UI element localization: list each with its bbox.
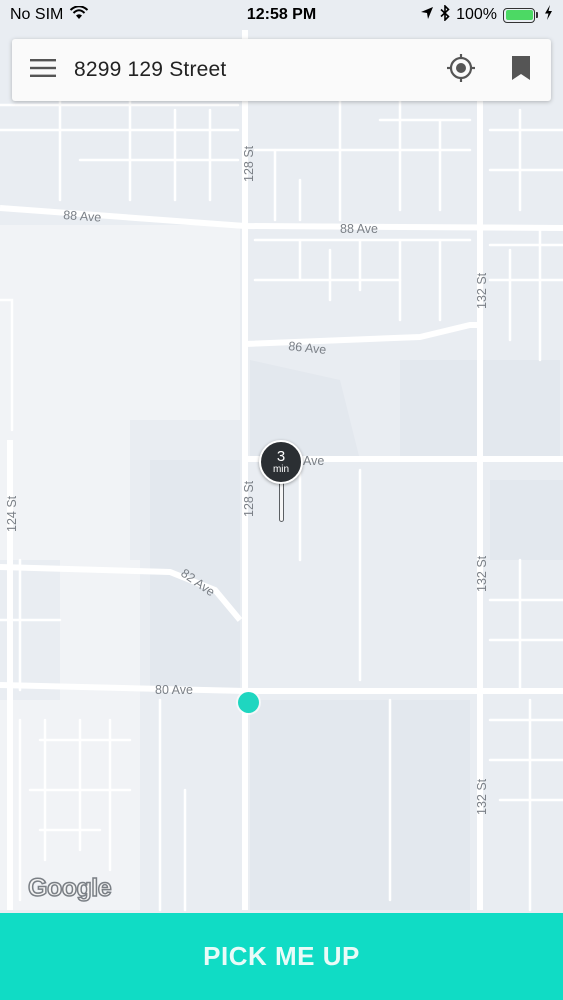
road-label-80-ave: 80 Ave — [155, 683, 193, 697]
saved-places-button[interactable] — [491, 39, 551, 101]
road-label-132-st-top: 132 St — [475, 272, 489, 309]
road-label-132-st-bottom: 132 St — [475, 778, 489, 815]
pick-me-up-button[interactable]: PICK ME UP — [0, 913, 563, 1000]
eta-pin-stick — [279, 482, 284, 522]
address-search-bar[interactable]: 8299 129 Street — [12, 39, 551, 101]
battery-percent: 100% — [456, 6, 497, 23]
road-label-88-ave-left: 88 Ave — [63, 208, 102, 225]
battery-icon — [503, 7, 538, 23]
map-screen: 88 Ave 88 Ave 86 Ave Ave 82 Ave 80 Ave 1… — [0, 0, 563, 1000]
eta-minutes: 3 — [276, 448, 286, 465]
road-label-88-ave-right: 88 Ave — [340, 222, 378, 236]
road-label-128-st-mid: 128 St — [242, 480, 256, 517]
bookmark-icon — [511, 55, 531, 86]
eta-pin[interactable]: 3 min — [259, 440, 303, 484]
eta-unit: min — [272, 464, 290, 475]
carrier-label: No SIM — [10, 6, 64, 23]
user-location-dot — [238, 692, 259, 713]
google-logo[interactable]: Google — [27, 873, 112, 903]
wifi-icon — [69, 4, 89, 25]
road-label-128-st-top: 128 St — [242, 145, 256, 182]
location-arrow-icon — [420, 6, 434, 25]
status-bar: No SIM 12:58 PM 100% — [0, 0, 563, 30]
road-label-124-st: 124 St — [5, 495, 19, 532]
charging-bolt-icon — [544, 5, 553, 25]
battery-level-fill — [505, 10, 533, 20]
road-label-84-ave: Ave — [303, 454, 324, 468]
current-location-button[interactable] — [431, 39, 491, 101]
bluetooth-icon — [440, 3, 450, 26]
road-label-132-st-mid: 132 St — [475, 555, 489, 592]
crosshair-location-icon — [446, 53, 476, 88]
pickup-address[interactable]: 8299 129 Street — [50, 58, 431, 82]
